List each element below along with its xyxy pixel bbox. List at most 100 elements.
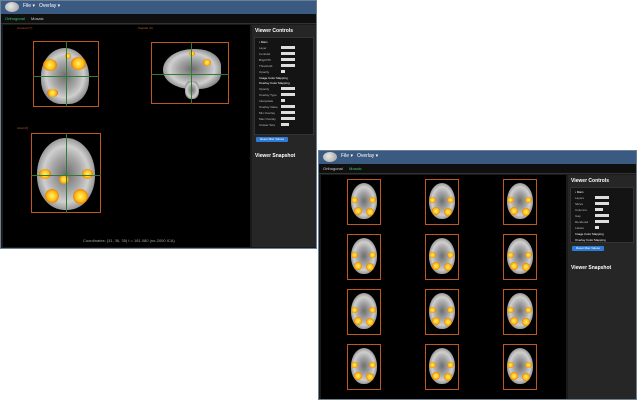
mosaic-tile[interactable] (347, 234, 381, 280)
mosaic-tile[interactable] (347, 289, 381, 335)
activation-blob (432, 372, 440, 380)
activation-blob (510, 317, 518, 325)
activation-blob (351, 197, 358, 203)
mosaic-tile[interactable] (425, 234, 459, 280)
mosaic-tile[interactable] (347, 344, 381, 390)
tab-mosaic[interactable]: Mosaic (31, 16, 44, 21)
control-label: Min Overlay (259, 111, 276, 115)
overlay-color-mapping-section[interactable]: Overlay Color Mapping (575, 238, 606, 242)
mosaic-view-area[interactable] (321, 175, 566, 399)
contrast-input[interactable] (281, 52, 295, 55)
overlay-opacity-slider[interactable] (281, 87, 295, 90)
panel-title: Viewer Controls (571, 178, 609, 184)
control-label: Columns (575, 208, 587, 212)
columns-input[interactable] (595, 208, 603, 211)
tab-orthogonal[interactable]: Orthogonal (323, 166, 343, 171)
view-tabs: Orthogonal Mosaic (1, 14, 316, 24)
activation-blob (507, 307, 514, 313)
cluster-size-input[interactable] (281, 123, 289, 126)
control-label: Threshold (259, 64, 273, 68)
overlay-color-mapping-section[interactable]: Overlay Color Mapping (259, 81, 290, 85)
reset-max-values-button[interactable]: Reset Max Values (572, 246, 604, 251)
controls-panel: Viewer Controls • Main Layer Contrast Br… (252, 25, 316, 247)
image-color-mapping-section[interactable]: Image Color Mapping (259, 76, 288, 80)
control-label: Labels (575, 226, 584, 230)
control-label: Gap (575, 214, 581, 218)
file-menu[interactable]: File ▾ (23, 3, 35, 9)
interpolate-checkbox[interactable] (281, 99, 285, 102)
overlay-menu[interactable]: Overlay ▾ (39, 3, 60, 9)
snapshot-title: Viewer Snapshot (255, 153, 296, 159)
activation-blob (71, 57, 86, 70)
coronal-label: Coronal (Y) (17, 26, 33, 30)
activation-blob (525, 197, 532, 203)
mosaic-tile[interactable] (425, 344, 459, 390)
activation-blob (369, 362, 376, 368)
activation-blob (369, 252, 376, 258)
activation-blob (429, 252, 436, 258)
activation-blob (522, 318, 530, 326)
mosaic-tile[interactable] (503, 344, 537, 390)
activation-blob (444, 208, 452, 216)
mosaic-tile[interactable] (347, 179, 381, 225)
control-label: Cluster Size (259, 123, 276, 127)
orthogonal-view-area[interactable]: Coronal (Y) Sagittal (X) Axial (Z) Coord… (3, 25, 250, 247)
overlay-type-select[interactable] (281, 93, 295, 96)
axial-label: Axial (Z) (17, 126, 29, 130)
activation-blob (525, 307, 532, 313)
mosaic-viewer-window: File ▾ Overlay ▾ Orthogonal Mosaic Viewe… (318, 150, 637, 400)
rendered-input[interactable] (595, 220, 609, 223)
crosshair-vertical (66, 133, 67, 213)
opacity-checkbox[interactable] (281, 70, 285, 73)
image-color-mapping-section[interactable]: Image Color Mapping (575, 232, 604, 236)
activation-blob (447, 252, 454, 258)
reset-max-values-button[interactable]: Reset Max Values (256, 137, 288, 142)
activation-blob (447, 197, 454, 203)
activation-blob (525, 362, 532, 368)
main-section[interactable]: • Main (259, 40, 267, 44)
activation-blob (366, 263, 374, 271)
activation-blob (510, 372, 518, 380)
orthogonal-viewer-window: File ▾ Overlay ▾ Orthogonal Mosaic Coron… (0, 0, 317, 249)
control-label: Overlay Value (259, 105, 278, 109)
viewer-controls-box: • Main Layers Slices Columns Gap Rendere… (570, 187, 634, 243)
brightness-input[interactable] (281, 58, 295, 61)
layer-select[interactable] (281, 46, 295, 49)
overlay-menu[interactable]: Overlay ▾ (357, 153, 378, 159)
overlay-value-select[interactable] (281, 105, 295, 108)
threshold-input[interactable] (281, 64, 295, 67)
main-section[interactable]: • Main (575, 190, 583, 194)
tab-mosaic[interactable]: Mosaic (349, 166, 362, 171)
control-label: Contrast (259, 52, 271, 56)
max-overlay-input[interactable] (281, 117, 295, 120)
labels-checkbox[interactable] (595, 226, 599, 229)
tab-orthogonal[interactable]: Orthogonal (5, 16, 25, 21)
file-menu[interactable]: File ▾ (341, 153, 353, 159)
control-label: Interpolate (259, 99, 274, 103)
activation-blob (522, 373, 530, 381)
activation-blob (447, 307, 454, 313)
viewer-controls-box: • Main Layer Contrast Bright/Th Threshol… (254, 37, 314, 135)
panel-title: Viewer Controls (255, 28, 293, 34)
mosaic-tile[interactable] (503, 179, 537, 225)
gap-input[interactable] (595, 214, 609, 217)
control-label: Overlay Type (259, 93, 277, 97)
activation-blob (351, 252, 358, 258)
control-label: Max Overlay (259, 117, 276, 121)
mosaic-tile[interactable] (425, 179, 459, 225)
min-overlay-input[interactable] (281, 111, 295, 114)
activation-blob (59, 175, 69, 184)
activation-blob (369, 197, 376, 203)
activation-blob (354, 372, 362, 380)
activation-blob (354, 207, 362, 215)
activation-blob (203, 59, 211, 66)
activation-blob (444, 318, 452, 326)
layers-select[interactable] (595, 196, 609, 199)
coordinates-readout: Coordinates: (31, 36, 35) t = 181.080 (n… (83, 238, 175, 243)
mosaic-tile[interactable] (503, 289, 537, 335)
view-tabs: Orthogonal Mosaic (319, 164, 636, 174)
slices-input[interactable] (595, 202, 609, 205)
mosaic-tile[interactable] (425, 289, 459, 335)
mosaic-tile[interactable] (503, 234, 537, 280)
crosshair-vertical (66, 41, 67, 107)
